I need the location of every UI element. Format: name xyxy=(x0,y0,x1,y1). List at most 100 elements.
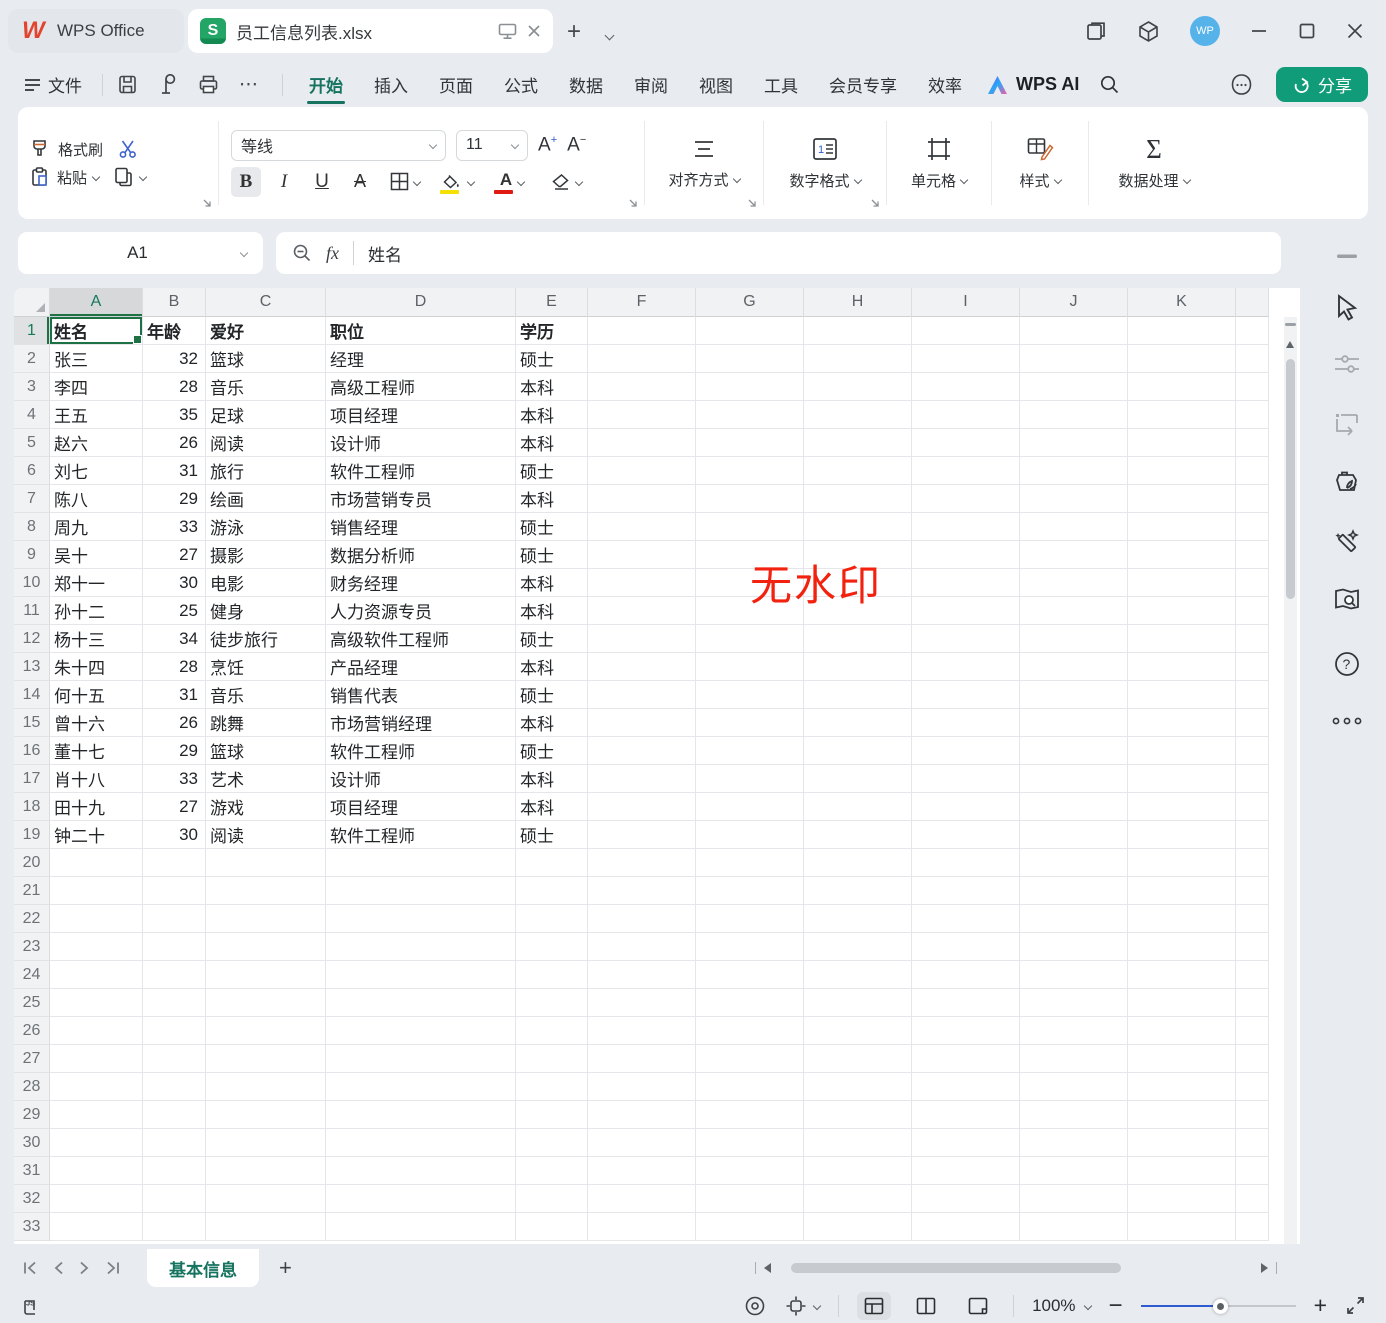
cell-G28[interactable] xyxy=(696,1073,804,1101)
cell-E10[interactable]: 本科 xyxy=(516,569,588,597)
magic-wand-icon[interactable] xyxy=(1333,528,1361,556)
cell-F27[interactable] xyxy=(588,1045,696,1073)
row-header-29[interactable]: 29 xyxy=(14,1101,50,1129)
cell-K19[interactable] xyxy=(1128,821,1236,849)
cell-partial[interactable] xyxy=(1236,765,1269,793)
cell-I14[interactable] xyxy=(912,681,1020,709)
cell-G27[interactable] xyxy=(696,1045,804,1073)
fullscreen-icon[interactable] xyxy=(1345,1295,1366,1316)
cell-I2[interactable] xyxy=(912,345,1020,373)
cell-partial[interactable] xyxy=(1236,597,1269,625)
cell-partial[interactable] xyxy=(1236,513,1269,541)
column-header-G[interactable]: G xyxy=(696,288,804,317)
cell-I21[interactable] xyxy=(912,877,1020,905)
cell-partial[interactable] xyxy=(1236,933,1269,961)
select-all-corner[interactable] xyxy=(14,288,50,317)
column-header-E[interactable]: E xyxy=(516,288,588,317)
cell-I27[interactable] xyxy=(912,1045,1020,1073)
cell-partial[interactable] xyxy=(1236,569,1269,597)
copy-button[interactable] xyxy=(113,166,146,188)
cell-A17[interactable]: 肖十八 xyxy=(50,765,143,793)
cell-G17[interactable] xyxy=(696,765,804,793)
cell-D28[interactable] xyxy=(326,1073,516,1101)
cell-F29[interactable] xyxy=(588,1101,696,1129)
column-header-H[interactable]: H xyxy=(804,288,912,317)
cell-partial[interactable] xyxy=(1236,1129,1269,1157)
menu-tab-开始[interactable]: 开始 xyxy=(307,64,345,105)
cell-J31[interactable] xyxy=(1020,1157,1128,1185)
new-tab-button[interactable]: + xyxy=(567,18,581,46)
cell-E9[interactable]: 硕士 xyxy=(516,541,588,569)
cell-K24[interactable] xyxy=(1128,961,1236,989)
column-header-C[interactable]: C xyxy=(206,288,326,317)
bold-button[interactable]: B xyxy=(231,167,261,197)
cell-E23[interactable] xyxy=(516,933,588,961)
cell-C20[interactable] xyxy=(206,849,326,877)
cell-A14[interactable]: 何十五 xyxy=(50,681,143,709)
column-header-A[interactable]: A xyxy=(50,288,143,317)
cell-C17[interactable]: 艺术 xyxy=(206,765,326,793)
increase-font-size-button[interactable]: A+ xyxy=(538,134,557,156)
cell-E17[interactable]: 本科 xyxy=(516,765,588,793)
cell-H21[interactable] xyxy=(804,877,912,905)
cell-B28[interactable] xyxy=(143,1073,206,1101)
name-box[interactable]: A1 xyxy=(18,232,263,274)
cell-I13[interactable] xyxy=(912,653,1020,681)
row-header-30[interactable]: 30 xyxy=(14,1129,50,1157)
cell-J26[interactable] xyxy=(1020,1017,1128,1045)
cell-E25[interactable] xyxy=(516,989,588,1017)
cell-H8[interactable] xyxy=(804,513,912,541)
row-header-7[interactable]: 7 xyxy=(14,485,50,513)
cell-F7[interactable] xyxy=(588,485,696,513)
cell-partial[interactable] xyxy=(1236,1185,1269,1213)
cell-G20[interactable] xyxy=(696,849,804,877)
cell-A5[interactable]: 赵六 xyxy=(50,429,143,457)
cell-A28[interactable] xyxy=(50,1073,143,1101)
cell-G1[interactable] xyxy=(696,317,804,345)
cell-D10[interactable]: 财务经理 xyxy=(326,569,516,597)
cell-E4[interactable]: 本科 xyxy=(516,401,588,429)
cell-B32[interactable] xyxy=(143,1185,206,1213)
cell-D9[interactable]: 数据分析师 xyxy=(326,541,516,569)
cell-D14[interactable]: 销售代表 xyxy=(326,681,516,709)
cell-K15[interactable] xyxy=(1128,709,1236,737)
cell-K33[interactable] xyxy=(1128,1213,1236,1241)
cell-G19[interactable] xyxy=(696,821,804,849)
cell-D27[interactable] xyxy=(326,1045,516,1073)
cell-E19[interactable]: 硕士 xyxy=(516,821,588,849)
alignment-button[interactable]: 对齐方式 xyxy=(657,137,751,190)
cell-G16[interactable] xyxy=(696,737,804,765)
horizontal-scroll-thumb[interactable] xyxy=(791,1263,1121,1273)
underline-button[interactable]: U xyxy=(307,167,337,197)
cell-G22[interactable] xyxy=(696,905,804,933)
cell-B5[interactable]: 26 xyxy=(143,429,206,457)
row-header-3[interactable]: 3 xyxy=(14,373,50,401)
cell-C3[interactable]: 音乐 xyxy=(206,373,326,401)
row-header-9[interactable]: 9 xyxy=(14,541,50,569)
scroll-right-icon[interactable] xyxy=(1261,1263,1268,1273)
cell-C26[interactable] xyxy=(206,1017,326,1045)
cell-G32[interactable] xyxy=(696,1185,804,1213)
cell-D33[interactable] xyxy=(326,1213,516,1241)
cell-C27[interactable] xyxy=(206,1045,326,1073)
user-avatar[interactable]: WP xyxy=(1190,16,1220,46)
cell-D12[interactable]: 高级软件工程师 xyxy=(326,625,516,653)
search-icon[interactable] xyxy=(1099,74,1120,95)
cell-H19[interactable] xyxy=(804,821,912,849)
cell-A23[interactable] xyxy=(50,933,143,961)
cell-E27[interactable] xyxy=(516,1045,588,1073)
cell-B14[interactable]: 31 xyxy=(143,681,206,709)
cell-J33[interactable] xyxy=(1020,1213,1128,1241)
cell-partial[interactable] xyxy=(1236,457,1269,485)
cell-E12[interactable]: 硕士 xyxy=(516,625,588,653)
cell-partial[interactable] xyxy=(1236,401,1269,429)
cell-I33[interactable] xyxy=(912,1213,1020,1241)
cell-C11[interactable]: 健身 xyxy=(206,597,326,625)
cell-A6[interactable]: 刘七 xyxy=(50,457,143,485)
cell-C18[interactable]: 游戏 xyxy=(206,793,326,821)
cell-D2[interactable]: 经理 xyxy=(326,345,516,373)
cell-A11[interactable]: 孙十二 xyxy=(50,597,143,625)
cell-K32[interactable] xyxy=(1128,1185,1236,1213)
fill-color-button[interactable] xyxy=(435,167,481,197)
cell-J25[interactable] xyxy=(1020,989,1128,1017)
